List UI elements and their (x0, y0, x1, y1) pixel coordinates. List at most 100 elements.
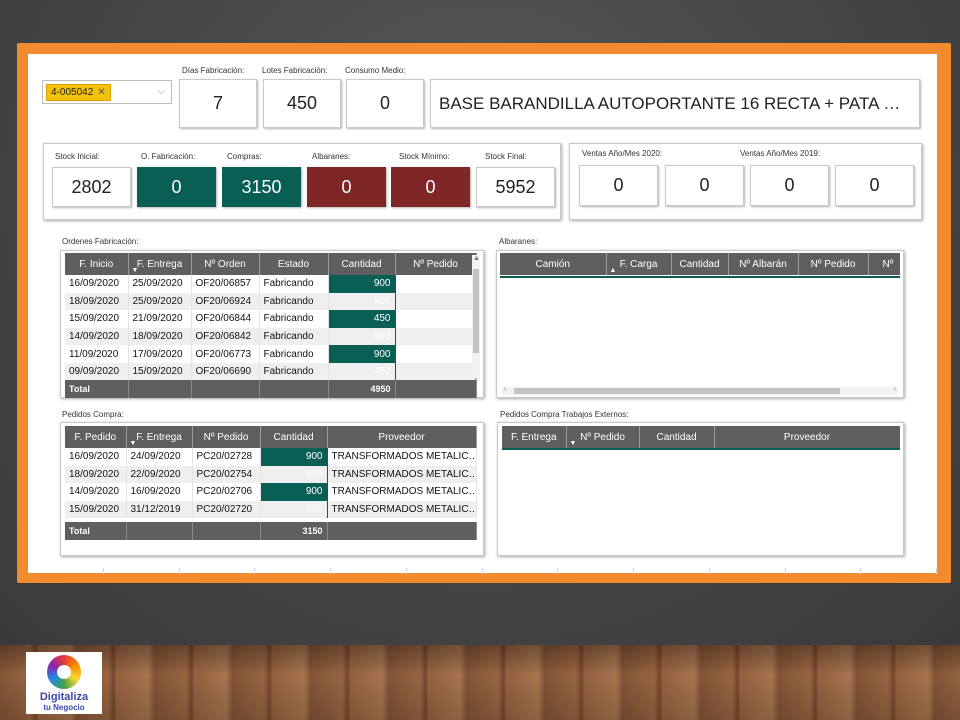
compras-value: 3150 (222, 167, 301, 207)
page-tab[interactable] (786, 568, 862, 574)
scroll-down-icon[interactable]: ⌄ (473, 374, 479, 382)
chevron-down-icon[interactable]: ⌵ (158, 86, 165, 97)
col-header[interactable]: Nº Pedido (395, 253, 477, 275)
table-row[interactable]: 14/09/2020 16/09/2020 PC20/02706 900 TRANSFO… (65, 483, 477, 501)
stock-label: Albaranes: (312, 152, 351, 161)
page-tab[interactable] (558, 568, 634, 574)
table-row[interactable]: 18/09/2020 22/09/2020 PC20/02754 900 TRANSFO… (65, 465, 477, 484)
col-header[interactable]: Nº Orden (191, 253, 260, 275)
total-value: 4950 (328, 380, 396, 398)
pedidos-total-row: Total 3150 (65, 522, 477, 540)
table-row[interactable]: 15/09/2020 21/09/2020 OF20/06844 Fabricando… (65, 310, 477, 328)
product-slicer[interactable]: 4-005042 ✕ ⌵ (42, 80, 172, 104)
stock-label: Stock Inicial: (55, 152, 100, 161)
table-row[interactable]: 09/09/2020 15/09/2020 OF20/06690 Fabricando… (65, 362, 477, 381)
ordenes-table-viewport: F. Inicio F. Entrega ▼ Nº Orden Estado Ca… (65, 253, 477, 395)
sales-value: 0 (835, 165, 914, 206)
logo-icon (47, 655, 81, 689)
total-value: 3150 (260, 522, 328, 540)
scroll-thumb[interactable] (473, 269, 479, 353)
scroll-right-icon[interactable]: › (894, 386, 896, 393)
kpi-dias-fabricacion: 7 (179, 79, 257, 128)
col-header[interactable]: Estado (259, 253, 329, 275)
col-header[interactable]: Nº (868, 253, 900, 275)
col-header[interactable]: Nº Pedido (798, 253, 869, 275)
col-header[interactable]: F. Pedido (65, 426, 127, 448)
externos-header-underline (502, 448, 900, 450)
col-header[interactable]: F. Entrega (502, 426, 567, 448)
close-icon[interactable]: ✕ (97, 87, 105, 98)
col-header[interactable]: Cantidad (260, 426, 328, 448)
albaranes-value: 0 (307, 167, 386, 207)
sales-value: 0 (665, 165, 744, 206)
col-header[interactable]: Nº Albarán (728, 253, 799, 275)
scroll-thumb[interactable] (514, 388, 840, 394)
pedidos-table: F. Pedido F. Entrega ▼ Nº Pedido Cantidad… (65, 426, 477, 519)
stock-final-value: 5952 (476, 167, 555, 207)
table-row[interactable]: 11/09/2020 17/09/2020 OF20/06773 Fabricando… (65, 345, 477, 363)
page-tab[interactable] (634, 568, 710, 574)
total-label: Total (65, 380, 129, 398)
col-header[interactable]: Proveedor (714, 426, 900, 448)
page-tab[interactable] (104, 568, 180, 574)
page-tab[interactable] (861, 568, 937, 574)
pedidos-title: Pedidos Compra: (62, 410, 124, 419)
kpi-consumo-medio: 0 (346, 79, 424, 128)
page-tab[interactable] (255, 568, 331, 574)
sort-down-icon: ▼ (569, 440, 577, 447)
col-header[interactable]: Nº Pedido ▼ (566, 426, 640, 448)
table-row[interactable]: 16/09/2020 24/09/2020 PC20/02728 900 TRANSFO… (65, 448, 477, 466)
kpi-label-consumo: Consumo Medio: (345, 66, 406, 75)
col-header[interactable]: Cantidad (328, 253, 396, 275)
ordenes-vscroll[interactable]: ▲ ⌄ (472, 255, 480, 382)
col-header[interactable]: F. Inicio (65, 253, 129, 275)
stock-label: Stock Mínimo: (399, 152, 450, 161)
ordenes-title: Ordenes Fabricación: (62, 237, 139, 246)
ordenes-table: F. Inicio F. Entrega ▼ Nº Orden Estado Ca… (65, 253, 477, 381)
sales-value: 0 (750, 165, 829, 206)
col-header[interactable]: Nº Pedido (192, 426, 261, 448)
kpi-label-lotes: Lotes Fabricación: (262, 66, 328, 75)
col-header[interactable]: Proveedor (327, 426, 477, 448)
col-header[interactable]: Camión (500, 253, 607, 275)
table-row[interactable]: 18/09/2020 25/09/2020 OF20/06924 Fabricando… (65, 292, 477, 311)
sort-down-icon: ▼ (129, 440, 137, 447)
kpi-label-dias: Días Fabricación: (182, 66, 245, 75)
stock-label: O. Fabricación: (141, 152, 196, 161)
stock-minimo-value: 0 (391, 167, 470, 207)
albaranes-header-underline (500, 276, 900, 278)
stock-inicial-value: 2802 (52, 167, 131, 207)
col-header[interactable]: Cantidad (639, 426, 715, 448)
sales-2019-label: Ventas Año/Mes 2019: (740, 149, 821, 158)
page-tab[interactable] (710, 568, 786, 574)
albaranes-table: Camión F. Carga ▲ Cantidad Nº Albarán Nº … (500, 253, 900, 275)
scroll-up-icon[interactable]: ▲ (473, 255, 480, 262)
selected-product-chip[interactable]: 4-005042 ✕ (46, 84, 111, 101)
wood-floor (0, 645, 960, 720)
col-header[interactable]: Cantidad (671, 253, 729, 275)
page-tab[interactable] (28, 568, 104, 574)
col-header[interactable]: F. Carga ▲ (606, 253, 672, 275)
logo-line1: Digitaliza (39, 691, 89, 703)
table-row[interactable]: 14/09/2020 18/09/2020 OF20/06842 Fabricando… (65, 327, 477, 346)
ordenes-total-row: Total 4950 (65, 380, 477, 398)
page-tabs (28, 568, 937, 574)
albaranes-title: Albaranes: (499, 237, 538, 246)
sales-value: 0 (579, 165, 658, 206)
total-label: Total (65, 522, 127, 540)
externos-title: Pedidos Compra Trabajos Externos: (500, 410, 629, 419)
brand-logo: Digitaliza tu Negocio (26, 652, 102, 714)
col-header[interactable]: F. Entrega ▼ (126, 426, 193, 448)
col-header[interactable]: F. Entrega ▼ (128, 253, 192, 275)
page-tab[interactable] (483, 568, 559, 574)
albaranes-hscroll[interactable]: ‹ › (502, 386, 898, 395)
sort-up-icon: ▲ (609, 267, 617, 274)
page-tab[interactable] (407, 568, 483, 574)
scroll-left-icon[interactable]: ‹ (504, 386, 506, 393)
sales-2020-label: Ventas Año/Mes 2020: (582, 149, 663, 158)
page-tab[interactable] (331, 568, 407, 574)
table-row[interactable]: 16/09/2020 25/09/2020 OF20/06857 Fabricando… (65, 275, 477, 293)
table-row[interactable]: 15/09/2020 31/12/2019 PC20/02720 450 TRANSFO… (65, 500, 477, 519)
page-tab[interactable] (180, 568, 256, 574)
kpi-lotes-fabricacion: 450 (263, 79, 341, 128)
